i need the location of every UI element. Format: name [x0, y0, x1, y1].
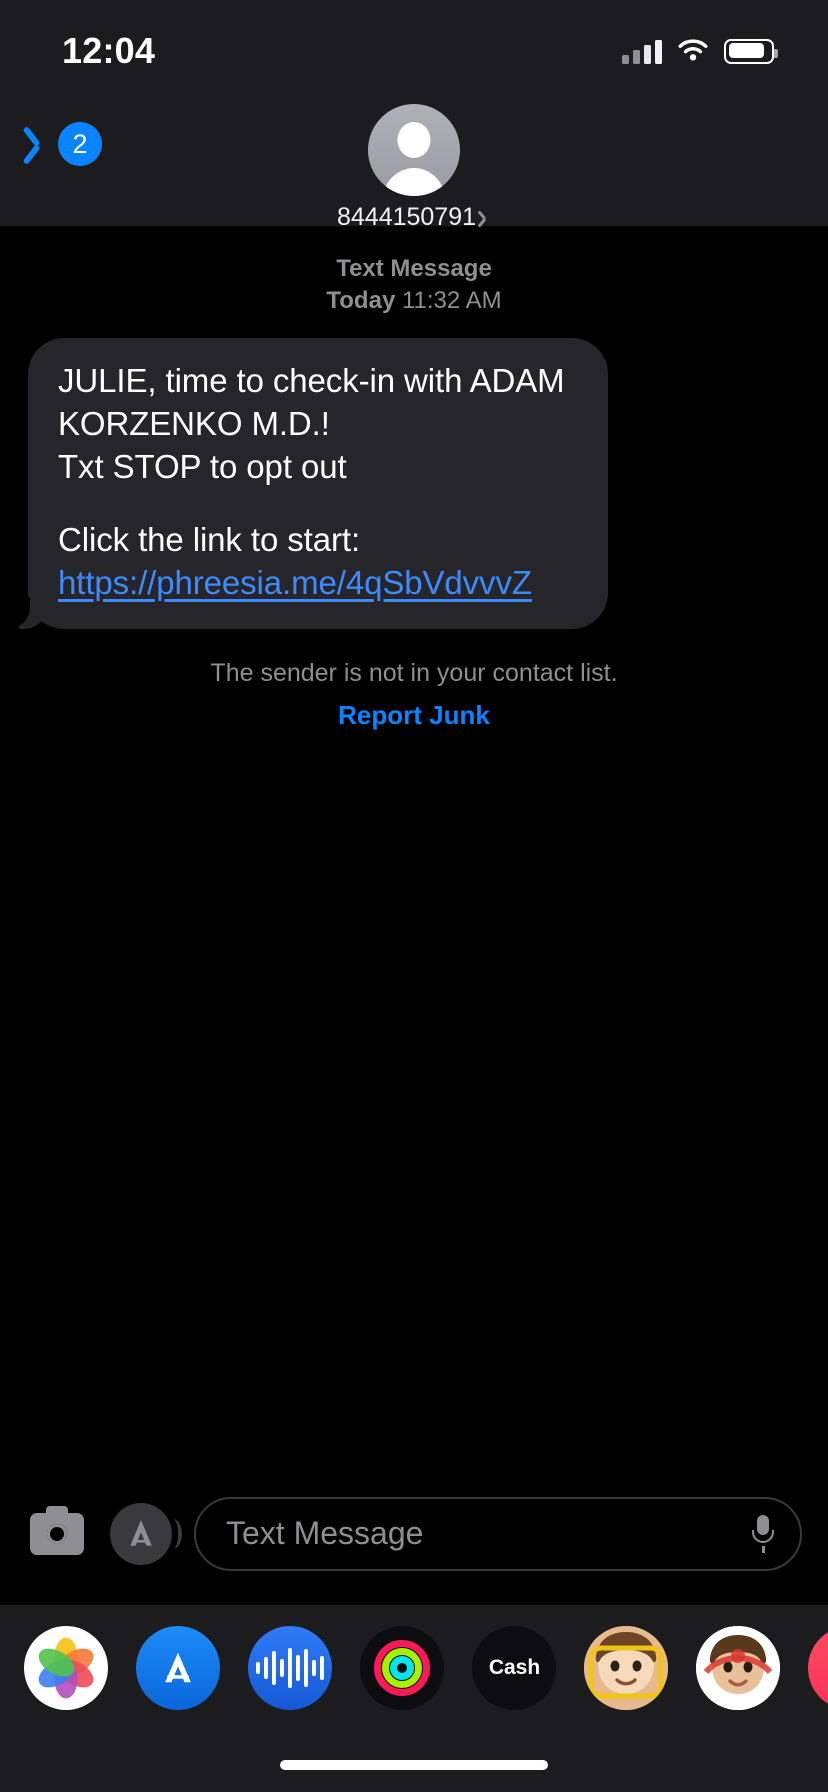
camera-icon	[30, 1505, 84, 1555]
message-time-label: 11:32 AM	[401, 286, 502, 314]
message-kind-label: Text Message	[336, 255, 492, 282]
message-bubble-incoming[interactable]: JULIE, time to check-in with ADAM KORZEN…	[6, 338, 608, 630]
chevron-right-icon	[482, 210, 491, 226]
voice-memos-app-icon[interactable]	[248, 1625, 332, 1710]
app-store-app-icon[interactable]	[136, 1625, 220, 1710]
photos-app-icon[interactable]	[24, 1625, 108, 1710]
person-placeholder-avatar	[367, 104, 460, 196]
report-junk-button[interactable]: Report Junk	[0, 700, 828, 731]
chevron-left-icon	[30, 125, 52, 163]
back-button[interactable]: 2	[30, 122, 102, 166]
music-app-icon[interactable]: ♫	[808, 1625, 828, 1710]
status-bar: 12:04	[0, 0, 828, 88]
battery-icon	[724, 38, 778, 64]
messages-screen: 12:04 2 8444150791 Text Message Today 11…	[0, 0, 828, 1792]
camera-button[interactable]	[26, 1503, 88, 1565]
apple-cash-label: Cash	[488, 1656, 540, 1680]
message-input-placeholder: Text Message	[226, 1515, 424, 1551]
activity-rings-icon	[374, 1639, 430, 1696]
memoji-face-1	[584, 1625, 668, 1710]
cellular-signal-icon	[622, 38, 662, 64]
wifi-icon	[678, 39, 708, 61]
microphone-icon[interactable]	[752, 1514, 774, 1553]
home-indicator-area	[0, 1730, 828, 1792]
memoji-sticker-icon-1[interactable]	[584, 1625, 668, 1710]
sender-not-in-contacts-note: The sender is not in your contact list.	[210, 658, 618, 687]
cash-word: Cash	[488, 1655, 541, 1679]
status-bar-indicators	[622, 38, 778, 64]
message-text-line-2: Txt STOP to opt out	[58, 448, 347, 486]
navigation-bar: 2 8444150791	[0, 88, 828, 231]
home-indicator[interactable]	[280, 1760, 548, 1770]
message-timestamp-header: Text Message Today 11:32 AM	[0, 227, 828, 316]
app-store-icon	[130, 1519, 152, 1546]
imessage-apps-button[interactable]	[110, 1502, 182, 1565]
memoji-face-2	[696, 1625, 780, 1710]
message-input-bar: Text Message	[0, 1462, 828, 1605]
conversation-thread[interactable]: Text Message Today 11:32 AM JULIE, time …	[0, 227, 828, 1462]
message-text-line-1: JULIE, time to check-in with ADAM KORZEN…	[58, 362, 574, 443]
message-text-line-3: Click the link to start:	[58, 521, 361, 559]
message-link[interactable]: https://phreesia.me/4qSbVdvvvZ	[58, 564, 532, 601]
status-bar-time: 12:04	[62, 30, 156, 71]
app-store-glyph-icon	[165, 1652, 191, 1682]
unread-count-badge: 2	[58, 122, 102, 166]
memoji-sticker-icon-2[interactable]	[696, 1625, 780, 1710]
message-text-field[interactable]: Text Message	[194, 1496, 802, 1571]
imessage-app-drawer[interactable]: Cash	[0, 1605, 828, 1730]
message-date-label: Today	[326, 286, 396, 314]
message-row-incoming: JULIE, time to check-in with ADAM KORZEN…	[0, 316, 828, 630]
apple-cash-app-icon[interactable]: Cash	[472, 1625, 556, 1710]
waveform-icon	[255, 1646, 325, 1690]
message-text-blank-line	[58, 489, 578, 519]
message-datetime-label: Today 11:32 AM	[0, 285, 828, 317]
fitness-app-icon[interactable]	[360, 1625, 444, 1710]
contact-header[interactable]: 8444150791	[337, 104, 491, 232]
